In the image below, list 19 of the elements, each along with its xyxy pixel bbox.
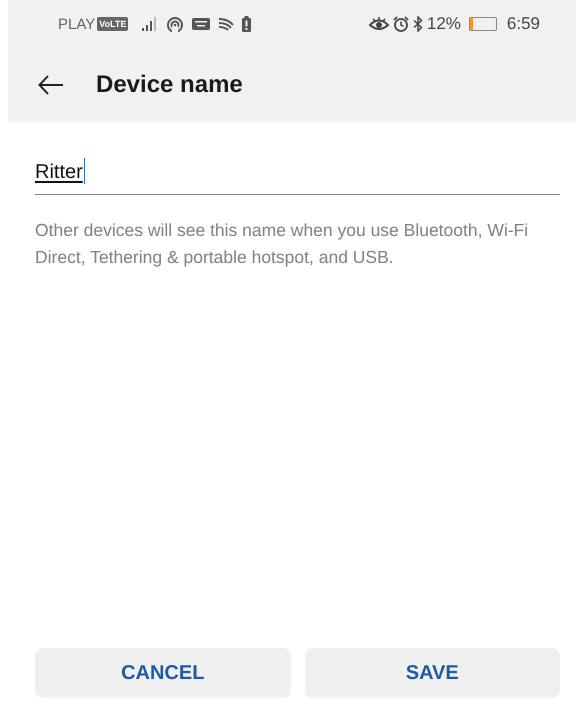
save-button[interactable]: SAVE — [304, 648, 560, 698]
volte-badge: VoLTE — [97, 17, 128, 31]
page-title: Device name — [96, 71, 243, 99]
description-text: Other devices will see this name when you use Bluetooth, Wi-Fi Direct, Tethering & portable hotspot, and USB. — [35, 219, 530, 269]
signal-icon — [142, 17, 158, 31]
bluetooth-icon — [412, 16, 423, 32]
hotspot-icon — [166, 16, 184, 32]
carrier-name: PLAY — [58, 16, 96, 32]
eye-icon — [368, 16, 389, 32]
battery-icon — [468, 17, 497, 31]
battery-percent: 12% — [426, 14, 461, 34]
keyboard-icon — [192, 18, 210, 30]
alarm-icon — [392, 16, 409, 32]
back-arrow-icon[interactable] — [38, 75, 64, 95]
name-input-field[interactable]: Ritter — [35, 158, 560, 195]
cancel-button[interactable]: CANCEL — [35, 648, 290, 698]
swipe-icon — [218, 17, 234, 31]
alert-battery-icon — [242, 16, 252, 32]
clock-time: 6:59 — [506, 14, 540, 34]
